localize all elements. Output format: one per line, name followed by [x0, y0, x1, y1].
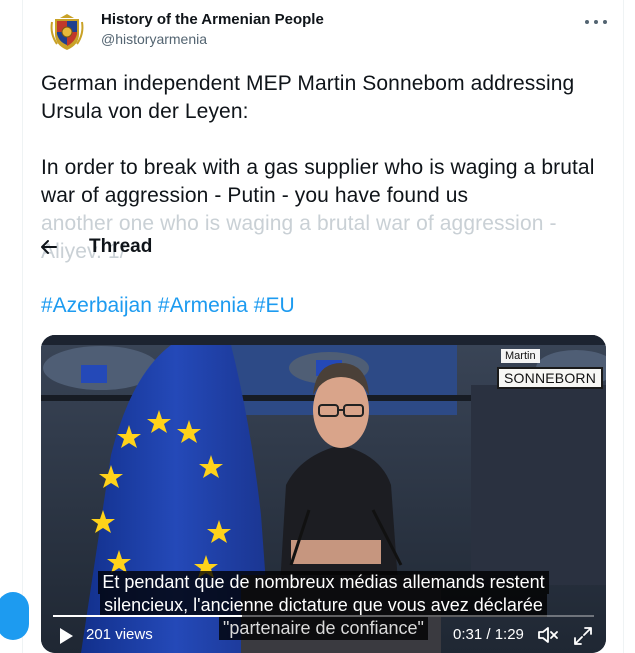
author-name[interactable]: History of the Armenian People: [101, 11, 324, 28]
thread-header: Thread: [35, 232, 595, 262]
volume-icon[interactable]: [537, 625, 559, 645]
video-player[interactable]: Martin SONNEBORN Et pendant que de nombr…: [41, 335, 606, 653]
compose-button[interactable]: [0, 592, 29, 640]
tweet-header: History of the Armenian People @historya…: [47, 10, 607, 54]
video-time: 0:31 / 1:29: [453, 626, 524, 643]
speaker-nameplate: Martin SONNEBORN: [497, 349, 606, 391]
tweet-card: History of the Armenian People @historya…: [0, 0, 624, 653]
play-icon[interactable]: [57, 627, 75, 645]
hashtag-link[interactable]: #Armenia: [158, 294, 248, 317]
author-handle[interactable]: @historyarmenia: [101, 31, 207, 47]
arrow-left-icon[interactable]: [35, 233, 63, 261]
tweet-text-line: German independent MEP Martin Sonnebom a…: [41, 72, 575, 123]
hashtags: #Azerbaijan #Armenia #EU: [41, 294, 301, 318]
subtitle-line: Et pendant que de nombreux médias allema…: [98, 571, 549, 594]
nameplate-last: SONNEBORN: [497, 367, 604, 389]
video-progress-fill: [53, 615, 243, 617]
hashtag-link[interactable]: #EU: [254, 294, 295, 317]
view-count: 201 views: [86, 626, 153, 643]
thread-title: Thread: [89, 236, 153, 257]
video-controls: 201 views 0:31 / 1:29: [41, 609, 606, 653]
more-icon[interactable]: [585, 14, 607, 30]
nameplate-first: Martin: [501, 349, 540, 363]
avatar-crest-icon[interactable]: [47, 12, 87, 52]
video-progress-bar[interactable]: [53, 615, 594, 617]
fullscreen-icon[interactable]: [573, 626, 593, 646]
tweet-text-line: In order to break with a gas supplier wh…: [41, 156, 595, 207]
hashtag-link[interactable]: #Azerbaijan: [41, 294, 152, 317]
